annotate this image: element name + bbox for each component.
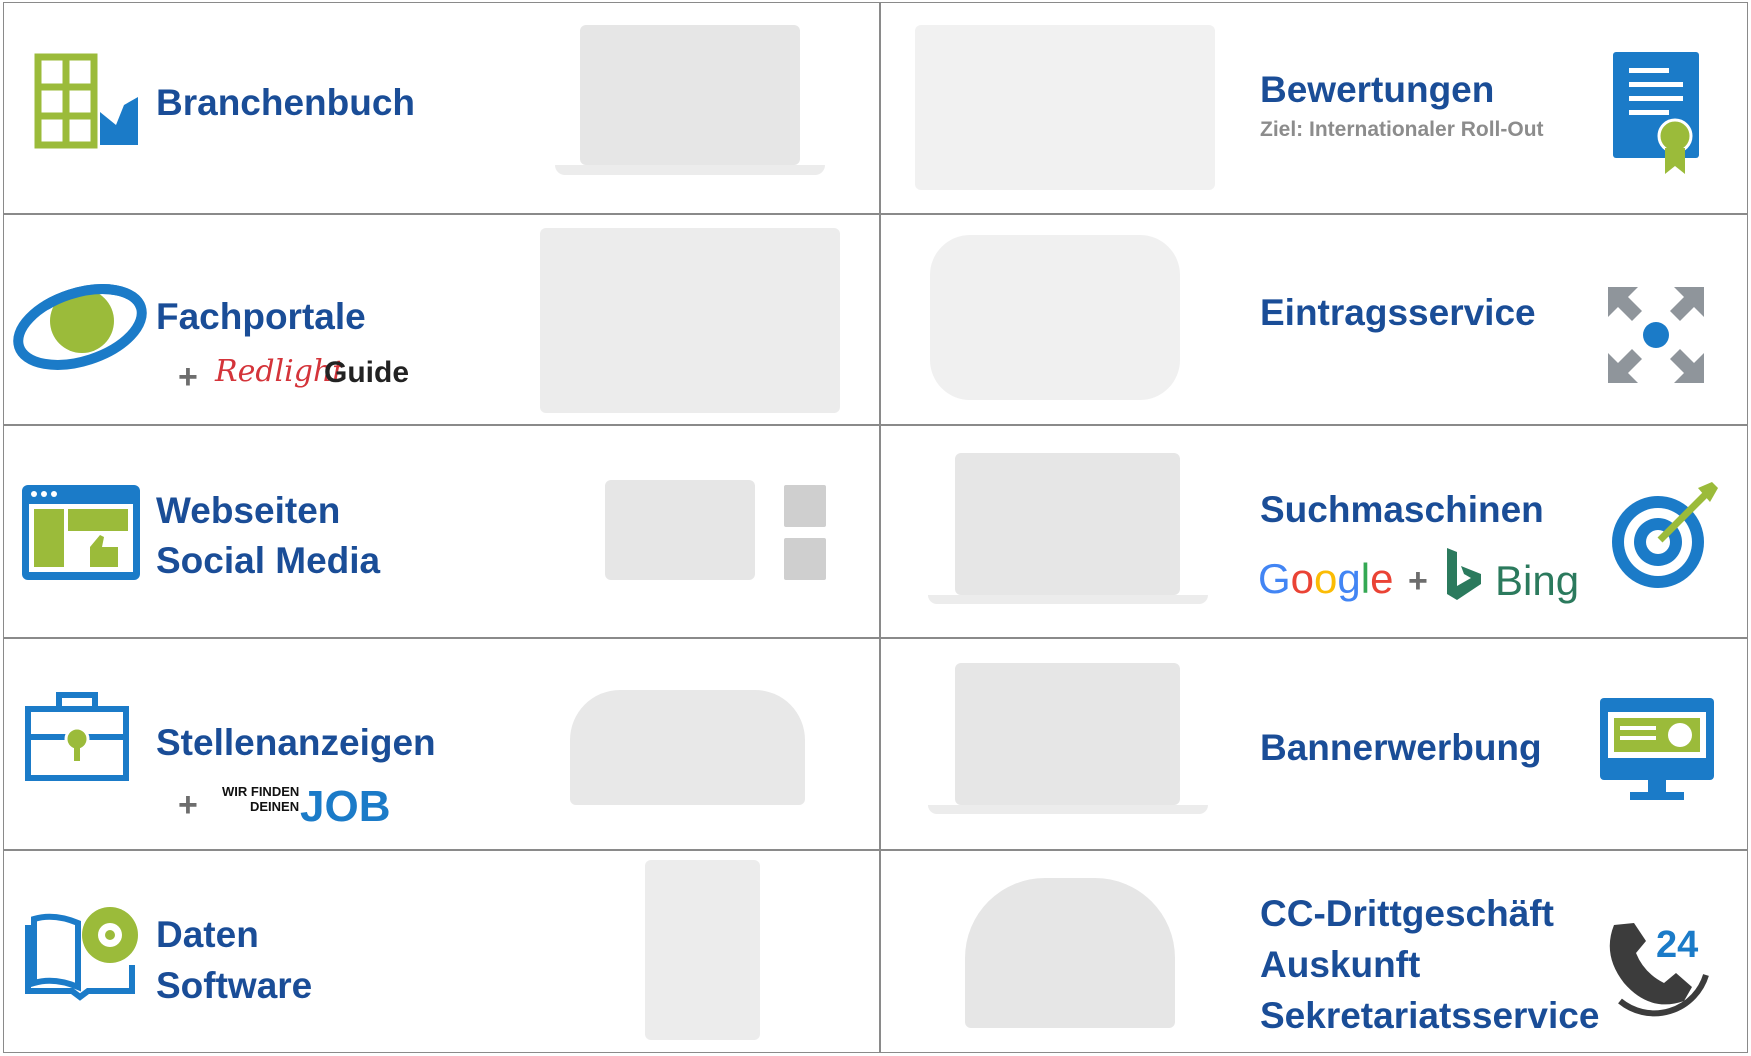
laptop-base (555, 165, 825, 175)
software-box-image (645, 860, 760, 1040)
service-title-bannerwerbung: Bannerwerbung (1260, 727, 1542, 768)
laptop-base (928, 595, 1208, 604)
job-logo-line1: WIR FINDEN (222, 784, 300, 799)
service-title-cc-drittgeschaeft: CC-Drittgeschäft (1260, 893, 1554, 934)
partner-plus: + (178, 786, 198, 824)
bing-logo-icon (1447, 548, 1481, 600)
monitor-banner-icon (1600, 698, 1714, 800)
search-results-laptop (955, 453, 1180, 595)
building-grid-icon (34, 53, 138, 149)
workers-photo (570, 690, 805, 805)
google-logo-letter: G (1258, 555, 1291, 602)
portal-screens-collage (540, 228, 840, 413)
google-logo: Google (1258, 555, 1393, 603)
google-logo-letter: l (1360, 555, 1371, 602)
certificate-icon (1613, 52, 1699, 174)
google-logo-letter: g (1337, 555, 1361, 602)
service-title-branchenbuch: Branchenbuch (156, 82, 416, 123)
row-divider (4, 849, 1747, 851)
service-subtitle-bewertungen: Ziel: Internationaler Roll-Out (1260, 118, 1544, 141)
planet-orbit-icon (13, 284, 147, 370)
google-logo-letter: o (1314, 555, 1338, 602)
expand-arrows-icon (1608, 287, 1704, 383)
google-logo-letter: o (1290, 555, 1315, 602)
directory-bubbles-collage (930, 235, 1180, 400)
laptop-screenshot (580, 25, 800, 165)
row-divider (4, 424, 1747, 426)
service-title-software: Software (156, 965, 313, 1006)
service-title-sekretariatsservice: Sekretariatsservice (1260, 995, 1600, 1036)
target-arrow-icon (1612, 482, 1718, 588)
row-divider (4, 213, 1747, 215)
google-plus-icon (784, 538, 826, 580)
column-divider (879, 3, 881, 1052)
redlight-guide-logo-bold: Guide (324, 356, 410, 389)
book-cd-icon (25, 907, 138, 1001)
briefcase-icon (25, 692, 129, 781)
laptop-base (928, 805, 1208, 814)
service-title-suchmaschinen: Suchmaschinen (1260, 489, 1544, 530)
service-title-daten: Daten (156, 914, 259, 955)
bing-logo-text: Bing (1495, 557, 1580, 604)
google-logo-letter: e (1370, 555, 1394, 602)
partner-plus: + (178, 358, 198, 396)
service-title-fachportale: Fachportale (156, 296, 366, 337)
review-platforms-collage (915, 25, 1215, 190)
job-logo-job: JOB (300, 782, 391, 831)
phone-24-icon: 24 (1609, 923, 1709, 1017)
banner-ad-laptop (955, 663, 1180, 805)
service-title-eintragsservice: Eintragsservice (1260, 292, 1536, 333)
facebook-icon (784, 485, 826, 527)
svg-text:24: 24 (1656, 924, 1698, 966)
website-thumbs-up-icon (22, 485, 140, 580)
search-plus: + (1408, 562, 1428, 600)
service-title-stellenanzeigen: Stellenanzeigen (156, 722, 436, 763)
call-center-agent-photo (965, 878, 1175, 1028)
service-title-auskunft: Auskunft (1260, 944, 1421, 985)
job-logo-line2: DEINEN (250, 799, 300, 814)
row-divider (4, 637, 1747, 639)
service-title-social-media: Social Media (156, 540, 381, 581)
service-title-webseiten: Webseiten (156, 490, 341, 531)
website-screenshot (605, 480, 755, 580)
service-title-bewertungen: Bewertungen (1260, 69, 1495, 110)
